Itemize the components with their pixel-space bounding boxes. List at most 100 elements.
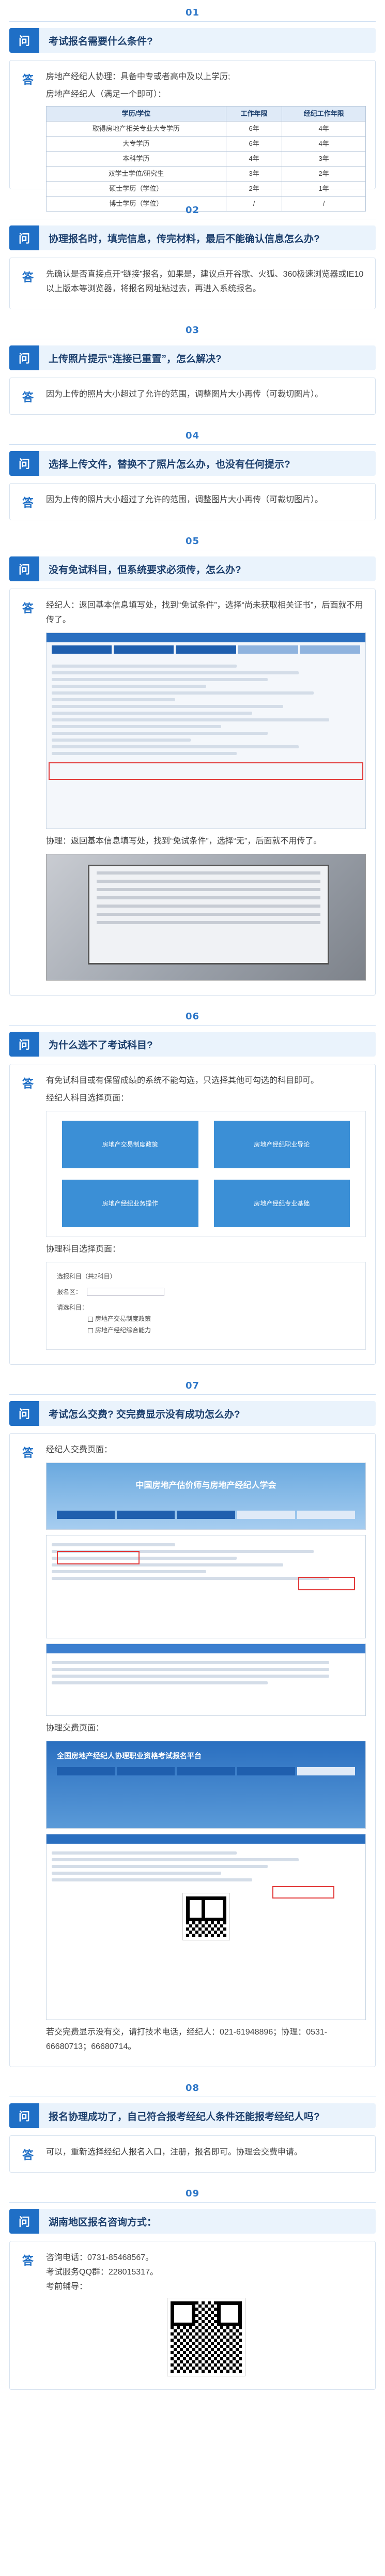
subject-checkbox[interactable] [88,1328,93,1333]
subject-card[interactable]: 房地产经纪业务操作 [62,1180,198,1227]
section-number: 01 [185,7,200,18]
contact-phone: 咨询电话：0731-85468567。 [46,2253,154,2262]
payment-screenshot-table [46,1644,366,1716]
table-row: 双学士学位/研究生 3年 2年 [46,166,366,182]
question-bar: 问 选择上传文件，替换不了照片怎么办，也没有任何提示? [9,451,376,476]
question-text: 为什么选不了考试科目? [39,1032,376,1057]
answer-text: 经纪人交费页面： [46,1445,113,1454]
question-badge: 问 [9,1032,39,1057]
subject-card[interactable]: 房地产经纪专业基础 [213,1180,350,1227]
question-badge: 问 [9,1401,39,1426]
answer-text: 协理科目选择页面： [46,1245,121,1254]
answer-badge: 答 [22,1447,34,1459]
subject-checkbox[interactable] [88,1316,93,1322]
answer-text: 因为上传的照片大小超过了允许的范围，调整图片大小再传（可裁切图片）。 [46,495,324,504]
table-row: 取得房地产相关专业大专学历 6年 4年 [46,121,366,137]
tutoring-qr-code [166,2298,245,2376]
payment-screenshot-banner: 中国房地产估价师与房地产经纪人学会 [46,1463,366,1530]
region-select[interactable] [87,1288,165,1296]
faq-section-06: 06 问 为什么选不了考试科目? 答 有免试科目或有保留成绩的系统不能勾选，只选… [9,1004,376,1365]
answer-text: 先确认是否直接点开“链接”报名，如果是，建议点开谷歌、火狐、360极速浏览器或I… [46,270,364,293]
answer-text: 可以，重新选择经纪人报名入口，注册，报名即可。协理会交费申请。 [46,2148,303,2157]
subject-form-screenshot: 选报科目（共2科目） 报名区： 请选科目： 房地产交易制度政策 房地产经纪综合能… [46,1262,366,1350]
requirements-table: 学历/学位 工作年限 经纪工作年限 取得房地产相关专业大专学历 6年 4年 大专学历… [46,106,366,212]
table-row: 本科学历 4年 3年 [46,151,366,167]
contact-tutoring: 考前辅导： [46,2282,88,2291]
answer-text: 房地产经纪人协理：具备中专或者高中及以上学历; [46,72,230,81]
assistant-payment-banner: 全国房地产经纪人协理职业资格考试报名平台 [46,1741,366,1829]
section-number: 07 [185,1380,200,1391]
subject-card[interactable]: 房地产交易制度政策 [62,1121,198,1168]
form-title: 选报科目（共2科目） [57,1273,116,1280]
question-badge: 问 [9,451,39,476]
answer-box: 答 咨询电话：0731-85468567。 考试服务QQ群：228015317。… [9,2241,376,2390]
form-label: 报名区： [57,1288,82,1295]
question-bar: 问 湖南地区报名咨询方式： [9,2209,376,2234]
payment-screenshot-form [46,1535,366,1638]
divider [9,1025,376,1026]
table-row: 硕士学历（学位） 2年 1年 [46,181,366,197]
faq-page: 01 问 考试报名需要什么条件? 答 房地产经纪人协理：具备中专或者高中及以上学… [0,0,385,2400]
subject-card[interactable]: 房地产经纪职业导论 [213,1121,350,1168]
question-badge: 问 [9,2209,39,2234]
question-bar: 问 考试报名需要什么条件? [9,28,376,53]
question-text: 协理报名时，填完信息，传完材料，最后不能确认信息怎么办? [39,225,376,250]
answer-text: 若交完费显示没有交，请打技术电话，经纪人：021-61948896；协理：053… [46,2028,328,2051]
answer-badge: 答 [22,602,34,615]
screenshot-exemption-form [46,632,366,829]
section-number: 02 [185,205,200,216]
divider [9,21,376,22]
answer-text: 因为上传的照片大小超过了允许的范围，调整图片大小再传（可裁切图片）。 [46,390,324,399]
table-header: 学历/学位 [46,106,226,122]
question-text: 选择上传文件，替换不了照片怎么办，也没有任何提示? [39,451,376,476]
divider [9,2202,376,2203]
question-bar: 问 没有免试科目，但系统要求必须传，怎么办? [9,556,376,581]
question-badge: 问 [9,28,39,53]
section-number: 03 [185,325,200,336]
question-text: 上传照片提示“连接已重置”，怎么解决? [39,345,376,370]
faq-section-05: 05 问 没有免试科目，但系统要求必须传，怎么办? 答 经纪人：返回基本信息填写… [9,529,376,996]
question-bar: 问 为什么选不了考试科目? [9,1032,376,1057]
answer-text: 协理：返回基本信息填写处，找到“免试条件”，选择“无”，后面就不用传了。 [46,837,322,846]
question-bar: 问 上传照片提示“连接已重置”，怎么解决? [9,345,376,370]
answer-text: 经纪人：返回基本信息填写处，找到“免试条件”，选择“尚未获取相关证书”，后面就不… [46,601,363,624]
answer-text: 协理交费页面： [46,1724,104,1733]
answer-badge: 答 [22,2254,34,2267]
faq-section-09: 09 问 湖南地区报名咨询方式： 答 咨询电话：0731-85468567。 考… [9,2181,376,2400]
payment-qr-code [182,1893,230,1940]
divider [9,1394,376,1395]
answer-box: 答 因为上传的照片大小超过了允许的范围，调整图片大小再传（可裁切图片）。 [9,378,376,415]
section-number: 05 [185,536,200,547]
question-text: 考试怎么交费? 交完费显示没有成功怎么办? [39,1401,376,1426]
answer-badge: 答 [22,496,34,509]
answer-text: 经纪人科目选择页面： [46,1094,129,1103]
question-badge: 问 [9,2103,39,2128]
answer-text: 房地产经纪人（满足一个即可）： [46,90,166,99]
answer-badge: 答 [22,391,34,404]
question-text: 没有免试科目，但系统要求必须传，怎么办? [39,556,376,581]
answer-box: 答 可以，重新选择经纪人报名入口，注册，报名即可。协理会交费申请。 [9,2135,376,2173]
divider [9,444,376,445]
table-header: 工作年限 [225,106,283,122]
answer-box: 答 先确认是否直接点开“链接”报名，如果是，建议点开谷歌、火狐、360极速浏览器… [9,258,376,309]
answer-box: 答 经纪人：返回基本信息填写处，找到“免试条件”，选择“尚未获取相关证书”，后面… [9,589,376,996]
section-number: 08 [185,2083,200,2093]
subject-cards: 房地产交易制度政策 房地产经纪职业导论 房地产经纪业务操作 房地产经纪专业基础 [46,1111,366,1237]
faq-section-07: 07 问 考试怎么交费? 交完费显示没有成功怎么办? 答 经纪人交费页面： 中国… [9,1373,376,2067]
answer-badge: 答 [22,1077,34,1090]
table-row: 大专学历 6年 4年 [46,136,366,152]
faq-section-02: 02 问 协理报名时，填完信息，传完材料，最后不能确认信息怎么办? 答 先确认是… [9,198,376,309]
table-header: 经纪工作年限 [282,106,366,122]
banner-title: 全国房地产经纪人协理职业资格考试报名平台 [57,1752,202,1760]
contact-qq-group: 考试服务QQ群：228015317。 [46,2268,158,2277]
screenshot-photo [46,854,366,981]
question-bar: 问 考试怎么交费? 交完费显示没有成功怎么办? [9,1401,376,1426]
question-badge: 问 [9,345,39,370]
section-number: 09 [185,2188,200,2199]
answer-box: 答 房地产经纪人协理：具备中专或者高中及以上学历; 房地产经纪人（满足一个即可）… [9,60,376,212]
question-text: 考试报名需要什么条件? [39,28,376,53]
answer-badge: 答 [22,271,34,284]
question-text: 报名协理成功了，自己符合报考经纪人条件还能报考经纪人吗? [39,2103,376,2128]
banner-title: 中国房地产估价师与房地产经纪人学会 [135,1481,276,1490]
section-number: 06 [185,1011,200,1022]
